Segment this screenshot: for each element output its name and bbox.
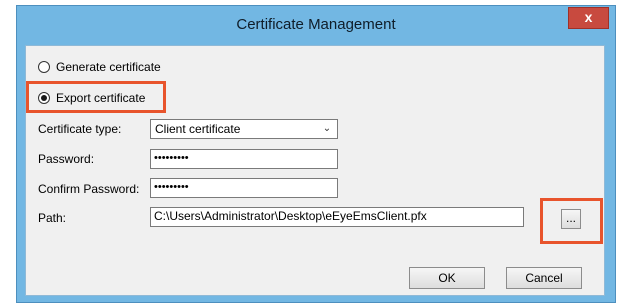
path-field[interactable]: C:\Users\Administrator\Desktop\eEyeEmsCl… <box>150 207 524 227</box>
generate-certificate-label: Generate certificate <box>56 60 161 74</box>
cancel-button[interactable]: Cancel <box>506 267 582 289</box>
password-label: Password: <box>38 152 95 166</box>
title-bar[interactable]: Certificate Management x <box>17 6 615 44</box>
certificate-management-window: Certificate Management x Generate certif… <box>16 5 616 303</box>
path-label: Path: <box>38 211 67 225</box>
certificate-type-value: Client certificate <box>155 122 241 136</box>
generate-certificate-radio[interactable] <box>38 61 50 73</box>
dialog-body: Generate certificate Export certificate … <box>25 45 605 296</box>
certificate-type-dropdown[interactable]: Client certificate ⌄ <box>150 119 338 139</box>
certificate-type-label: Certificate type: <box>38 122 122 136</box>
generate-certificate-option[interactable]: Generate certificate <box>38 58 161 76</box>
confirm-password-field[interactable]: ••••••••• <box>150 178 338 198</box>
export-option-highlight <box>26 81 166 113</box>
window-title: Certificate Management <box>236 16 396 33</box>
ok-button[interactable]: OK <box>409 267 485 289</box>
close-button[interactable]: x <box>568 7 609 29</box>
chevron-down-icon[interactable]: ⌄ <box>321 120 333 138</box>
password-field[interactable]: ••••••••• <box>150 149 338 169</box>
confirm-password-label: Confirm Password: <box>38 182 140 196</box>
browse-button-highlight <box>540 198 603 244</box>
